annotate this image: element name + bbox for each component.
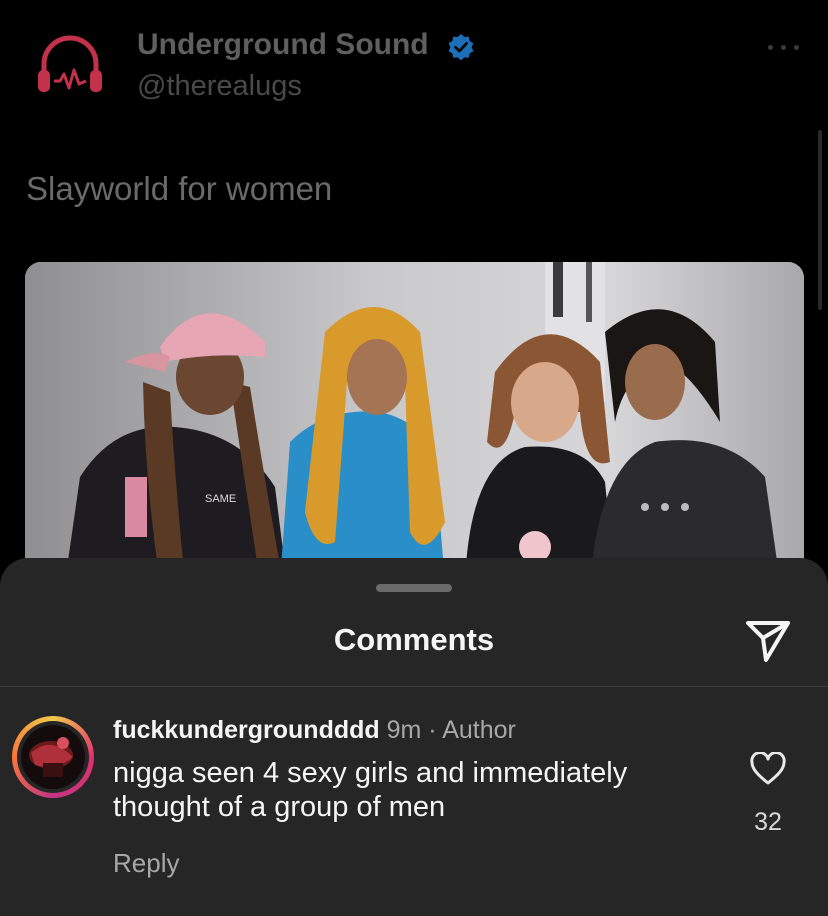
commenter-avatar[interactable] <box>12 716 94 798</box>
account-handle[interactable]: @therealugs <box>137 70 302 103</box>
comments-sheet: Comments fuckkundergroundddd 9m · Author… <box>0 558 828 916</box>
author-tag: Author <box>442 716 516 744</box>
comment-text: nigga seen 4 sexy girls and immediately … <box>113 757 628 823</box>
divider <box>0 686 828 687</box>
more-options-icon[interactable] <box>766 40 802 54</box>
comment-meta: fuckkundergroundddd 9m · Author <box>113 716 516 745</box>
meta-separator: · <box>421 716 443 744</box>
comment-username[interactable]: fuckkundergroundddd <box>113 716 380 744</box>
post-text: Slayworld for women <box>26 170 333 207</box>
verified-badge-icon <box>448 34 474 61</box>
post-image[interactable]: SAME <box>25 262 804 582</box>
comment-timestamp: 9m <box>386 716 422 744</box>
post-header: Underground Sound @therealugs <box>0 0 828 130</box>
avatar-photo <box>21 725 85 789</box>
reply-button[interactable]: Reply <box>113 848 179 879</box>
scrollbar <box>818 130 822 310</box>
send-icon[interactable] <box>744 618 792 664</box>
comments-title: Comments <box>333 622 495 657</box>
drag-handle[interactable] <box>376 584 452 592</box>
svg-text:SAME: SAME <box>205 493 236 505</box>
headphones-logo-icon[interactable] <box>34 34 106 98</box>
comment-item: fuckkundergroundddd 9m · Author nigga se… <box>0 708 828 908</box>
like-count: 32 <box>754 808 782 836</box>
heart-icon[interactable] <box>750 752 786 786</box>
account-name[interactable]: Underground Sound <box>137 28 429 62</box>
